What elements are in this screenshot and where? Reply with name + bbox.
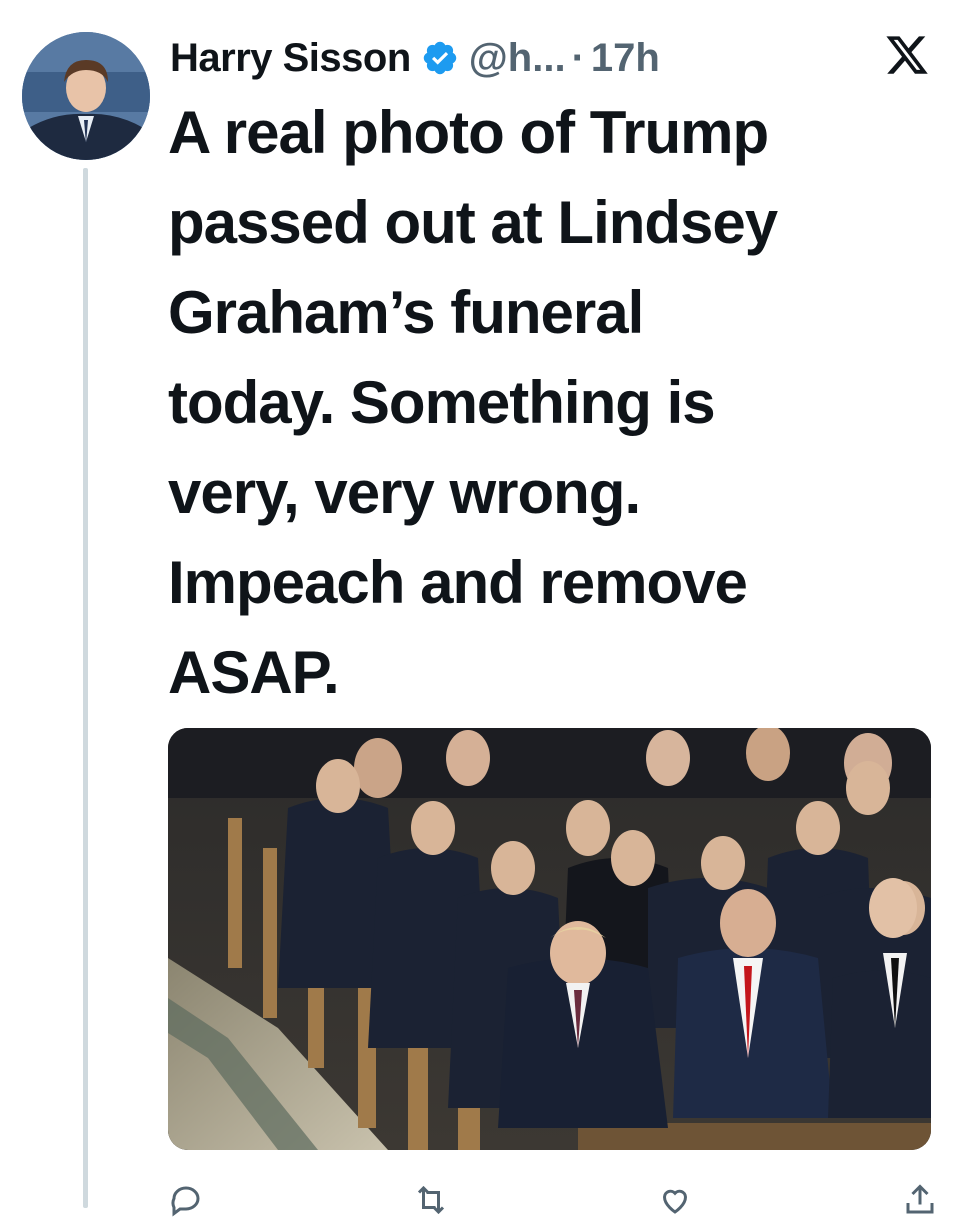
avatar-image (22, 32, 150, 160)
share-button[interactable] (902, 1180, 938, 1220)
tweet-text: A real photo of Trump passed out at Lind… (168, 99, 778, 706)
repost-button[interactable] (413, 1180, 449, 1220)
reply-icon (171, 1186, 200, 1217)
heart-icon (663, 1189, 688, 1214)
separator-dot: · (571, 35, 585, 80)
tweet-header: Harry Sisson @h... · 17h (170, 30, 660, 86)
repost-icon (417, 1185, 444, 1215)
like-button[interactable] (657, 1180, 693, 1220)
reply-button[interactable] (168, 1180, 204, 1220)
author-name[interactable]: Harry Sisson (170, 36, 411, 81)
tweet-photo[interactable] (168, 728, 931, 1150)
photo-image (168, 728, 931, 1150)
thread-line (83, 168, 88, 1208)
tweet-actions (168, 1180, 938, 1220)
author-handle[interactable]: @h... (469, 36, 566, 81)
verified-badge-icon (421, 39, 459, 77)
avatar[interactable] (22, 32, 150, 160)
share-icon (906, 1184, 934, 1214)
x-logo-icon (884, 32, 930, 78)
timestamp[interactable]: 17h (591, 36, 660, 81)
